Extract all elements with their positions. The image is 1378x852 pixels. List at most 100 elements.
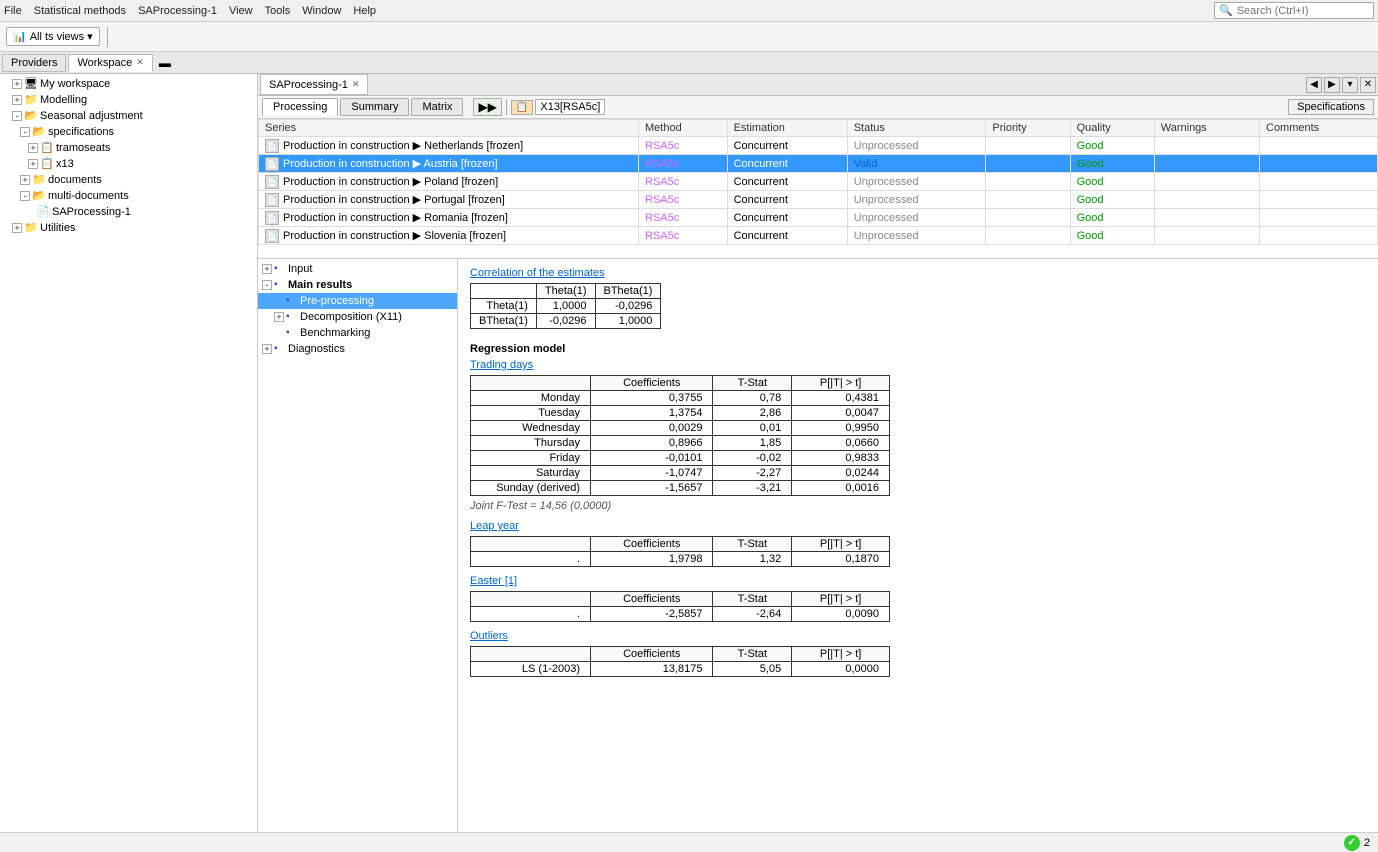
tree-item-saprocessing[interactable]: 📄 SAProcessing-1 <box>32 204 257 220</box>
menu-statistical[interactable]: Statistical methods <box>34 5 126 17</box>
menu-help[interactable]: Help <box>353 5 376 17</box>
leap-year-subtitle[interactable]: Leap year <box>470 520 1366 532</box>
search-box[interactable]: 🔍 <box>1214 2 1374 19</box>
cell-status: Unprocessed <box>847 173 986 191</box>
trading-row: Thursday0,89661,850,0660 <box>471 436 890 451</box>
col-comments: Comments <box>1260 120 1378 137</box>
table-row[interactable]: 📄Production in construction ▶ Poland [fr… <box>259 173 1378 191</box>
cell-quality: Good <box>1070 191 1154 209</box>
outliers-subtitle[interactable]: Outliers <box>470 630 1366 642</box>
tab-nav-close[interactable]: ✕ <box>1360 77 1376 93</box>
cell-comments <box>1260 173 1378 191</box>
tab-nav-right[interactable]: ▶ <box>1324 77 1340 93</box>
expand-modelling[interactable]: + <box>12 95 22 105</box>
item-x13-icon: 📋 <box>40 157 54 171</box>
tree-item-specifications[interactable]: - 📂 specifications <box>16 124 257 140</box>
tab-providers[interactable]: Providers <box>2 54 66 72</box>
tab-processing[interactable]: Processing <box>262 98 338 116</box>
results-tree-item[interactable]: +▪Diagnostics <box>258 341 457 357</box>
col-warnings: Warnings <box>1154 120 1259 137</box>
tree-item-utilities[interactable]: + 📁 Utilities <box>8 220 257 236</box>
results-tree-item[interactable]: +▪Decomposition (X11) <box>258 309 457 325</box>
doc-tabs: SAProcessing-1 ✕ ◀ ▶ ▾ ✕ <box>258 74 1378 96</box>
expand-specifications[interactable]: - <box>20 127 30 137</box>
search-input[interactable] <box>1237 5 1357 17</box>
tree-item-x13[interactable]: + 📋 x13 <box>24 156 257 172</box>
rtree-label: Input <box>288 263 312 275</box>
expand-seasonal[interactable]: - <box>12 111 22 121</box>
easter-subtitle[interactable]: Easter [1] <box>470 575 1366 587</box>
menu-view[interactable]: View <box>229 5 253 17</box>
content-split: Series Method Estimation Status Priority… <box>258 119 1378 832</box>
content-area: Processing Summary Matrix ▶▶ 📋 X13[RSA5c… <box>258 96 1378 832</box>
table-row[interactable]: 📄Production in construction ▶ Slovenia [… <box>259 227 1378 245</box>
ts-views-label: All ts views <box>30 31 84 43</box>
expand-utilities[interactable]: + <box>12 223 22 233</box>
tab-nav-left[interactable]: ◀ <box>1306 77 1322 93</box>
ea-col-label <box>471 592 591 607</box>
menu-saprocessing[interactable]: SAProcessing-1 <box>138 5 217 17</box>
folder-docs-icon: 📁 <box>32 173 46 187</box>
doc-tab-saprocessing[interactable]: SAProcessing-1 ✕ <box>260 74 368 95</box>
tab-workspace-close[interactable]: ✕ <box>136 57 144 68</box>
tree-item-tramoseats[interactable]: + 📋 tramoseats <box>24 140 257 156</box>
tab-workspace[interactable]: Workspace ✕ <box>68 54 152 72</box>
status-bar: ✓ 2 <box>0 832 1378 852</box>
tree-item-seasonal[interactable]: - 📂 Seasonal adjustment <box>8 108 257 124</box>
rtree-label: Main results <box>288 279 352 291</box>
tab-matrix[interactable]: Matrix <box>411 98 463 116</box>
tree-item-documents[interactable]: + 📁 documents <box>16 172 257 188</box>
table-row[interactable]: 📄Production in construction ▶ Netherland… <box>259 137 1378 155</box>
expand-btn[interactable]: + <box>262 344 272 354</box>
expand-documents[interactable]: + <box>20 175 30 185</box>
expand-tramoseats[interactable]: + <box>28 143 38 153</box>
cell-warnings <box>1154 173 1259 191</box>
ea-col-coeff: Coefficients <box>591 592 713 607</box>
results-tree-item[interactable]: -▪Main results <box>258 277 457 293</box>
corr-col-btheta: BTheta(1) <box>595 284 661 299</box>
expand-multidocs[interactable]: - <box>20 191 30 201</box>
results-tree-item[interactable]: +▪Input <box>258 261 457 277</box>
cell-estimation: Concurrent <box>727 191 847 209</box>
cell-estimation: Concurrent <box>727 173 847 191</box>
doc-tab-close[interactable]: ✕ <box>352 79 360 90</box>
cell-priority <box>986 155 1070 173</box>
table-row[interactable]: 📄Production in construction ▶ Austria [f… <box>259 155 1378 173</box>
expand-btn[interactable]: - <box>262 280 272 290</box>
expand-myworkspace[interactable]: + <box>12 79 22 89</box>
folder-seasonal-icon: 📂 <box>24 109 38 123</box>
correlation-title[interactable]: Correlation of the estimates <box>470 267 1366 279</box>
specifications-button[interactable]: Specifications <box>1288 99 1374 115</box>
trading-days-subtitle[interactable]: Trading days <box>470 359 1366 371</box>
rtree-label: Diagnostics <box>288 343 345 355</box>
cell-comments <box>1260 191 1378 209</box>
tab-nav-down[interactable]: ▾ <box>1342 77 1358 93</box>
tree-item-myworkspace[interactable]: + 🖥 My workspace <box>8 76 257 92</box>
results-tree-item[interactable]: ▪Pre-processing <box>258 293 457 309</box>
separator2 <box>506 99 507 115</box>
menu-file[interactable]: File <box>4 5 22 17</box>
menu-window[interactable]: Window <box>302 5 341 17</box>
tree-item-modelling[interactable]: + 📁 Modelling <box>8 92 257 108</box>
tree-item-multidocs[interactable]: - 📂 multi-documents <box>16 188 257 204</box>
run-icon[interactable]: ▶▶ <box>473 98 501 116</box>
tab-summary[interactable]: Summary <box>340 98 409 116</box>
cell-priority <box>986 191 1070 209</box>
outliers-table: Coefficients T-Stat P[|T| > t] LS (1-200… <box>470 646 890 677</box>
corr-row: BTheta(1)-0,02961,0000 <box>471 314 661 329</box>
menu-tools[interactable]: Tools <box>265 5 291 17</box>
cell-status: Unprocessed <box>847 227 986 245</box>
panel-minimize-btn[interactable]: ▬ <box>159 56 171 70</box>
ts-views-dropdown[interactable]: 📊 All ts views ▾ <box>6 27 100 46</box>
cell-method: RSA5c <box>639 173 728 191</box>
expand-btn[interactable]: + <box>262 264 272 274</box>
cell-quality: Good <box>1070 173 1154 191</box>
table-row[interactable]: 📄Production in construction ▶ Portugal [… <box>259 191 1378 209</box>
table-row[interactable]: 📄Production in construction ▶ Romania [f… <box>259 209 1378 227</box>
expand-btn[interactable]: + <box>274 312 284 322</box>
cell-estimation: Concurrent <box>727 155 847 173</box>
x13-dropdown[interactable]: X13[RSA5c] <box>535 99 605 115</box>
col-series: Series <box>259 120 639 137</box>
results-tree-item[interactable]: ▪Benchmarking <box>258 325 457 341</box>
expand-x13[interactable]: + <box>28 159 38 169</box>
